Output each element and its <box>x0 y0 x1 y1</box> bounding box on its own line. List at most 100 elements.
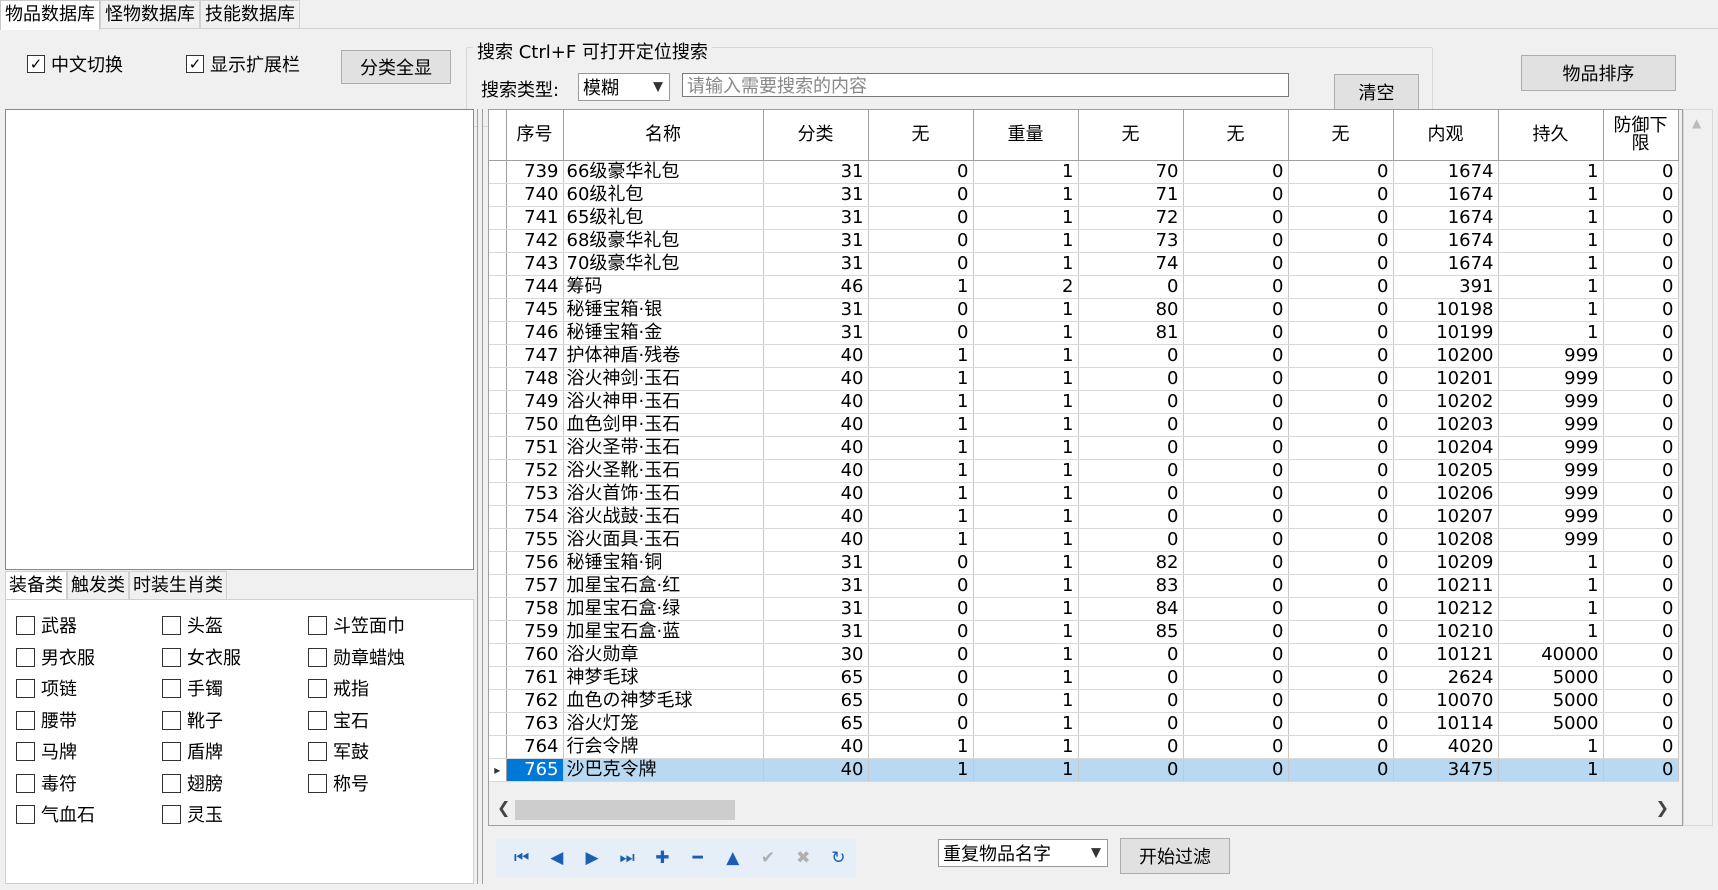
table-cell[interactable]: 1 <box>973 735 1079 759</box>
table-row[interactable]: 739 66级豪华礼包 31 0 1 70 0 0 1674 1 0 <box>489 160 1679 184</box>
table-cell[interactable]: 0 <box>1603 643 1679 667</box>
table-row[interactable]: 753 浴火首饰·玉石 40 1 1 0 0 0 10206 999 0 <box>489 482 1679 506</box>
table-cell[interactable]: 0 <box>1183 735 1289 759</box>
table-cell[interactable]: 0 <box>1288 620 1394 644</box>
table-cell[interactable]: 行会令牌 <box>563 735 764 759</box>
row-selector[interactable] <box>489 206 507 230</box>
table-cell[interactable]: 0 <box>1183 229 1289 253</box>
table-cell[interactable]: 0 <box>1183 482 1289 506</box>
category-checkbox[interactable]: 气血石 <box>16 801 95 827</box>
table-cell[interactable]: 0 <box>1183 436 1289 460</box>
table-cell[interactable]: 1 <box>973 482 1079 506</box>
table-cell[interactable]: 46 <box>763 275 869 299</box>
table-cell[interactable]: 加星宝石盒·绿 <box>563 597 764 621</box>
table-cell[interactable]: 0 <box>1288 689 1394 713</box>
table-cell[interactable]: 1 <box>868 758 974 782</box>
table-cell[interactable]: 1 <box>1498 229 1604 253</box>
table-cell[interactable]: 1 <box>973 459 1079 483</box>
table-cell[interactable]: 1 <box>973 321 1079 345</box>
table-cell[interactable]: 31 <box>763 229 869 253</box>
category-checkbox[interactable]: 头盔 <box>162 612 223 638</box>
table-cell[interactable]: 0 <box>1078 413 1184 437</box>
table-row[interactable]: 752 浴火圣靴·玉石 40 1 1 0 0 0 10205 999 0 <box>489 459 1679 483</box>
table-cell[interactable]: 浴火首饰·玉石 <box>563 482 764 506</box>
clear-search-button[interactable]: 清空 <box>1334 74 1419 110</box>
table-cell[interactable]: 0 <box>1603 505 1679 529</box>
column-header[interactable]: 名称 <box>563 110 764 161</box>
row-selector[interactable] <box>489 367 507 391</box>
table-cell[interactable]: 0 <box>1288 528 1394 552</box>
table-cell[interactable]: 1 <box>868 735 974 759</box>
row-selector[interactable] <box>489 459 507 483</box>
table-cell[interactable]: 1 <box>973 597 1079 621</box>
table-cell[interactable]: 0 <box>1603 436 1679 460</box>
table-cell[interactable]: 0 <box>1603 183 1679 207</box>
table-cell[interactable]: 0 <box>1288 574 1394 598</box>
table-cell[interactable]: 0 <box>1183 390 1289 414</box>
table-cell[interactable]: 750 <box>506 413 564 437</box>
table-row[interactable]: 740 60级礼包 31 0 1 71 0 0 1674 1 0 <box>489 183 1679 207</box>
table-cell[interactable]: 31 <box>763 160 869 184</box>
category-tree[interactable] <box>5 109 474 570</box>
table-cell[interactable]: 0 <box>1288 321 1394 345</box>
table-cell[interactable]: 744 <box>506 275 564 299</box>
table-cell[interactable]: 1 <box>1498 321 1604 345</box>
table-cell[interactable]: 0 <box>868 643 974 667</box>
table-cell[interactable]: 筹码 <box>563 275 764 299</box>
table-cell[interactable]: 0 <box>1183 689 1289 713</box>
table-cell[interactable]: 浴火战鼓·玉石 <box>563 505 764 529</box>
table-cell[interactable]: 0 <box>1078 459 1184 483</box>
row-selector[interactable] <box>489 482 507 506</box>
table-cell[interactable]: 血色の神梦毛球 <box>563 689 764 713</box>
table-row[interactable]: 746 秘锤宝箱·金 31 0 1 81 0 0 10199 1 0 <box>489 321 1679 345</box>
table-cell[interactable]: 0 <box>1288 160 1394 184</box>
table-cell[interactable]: 68级豪华礼包 <box>563 229 764 253</box>
table-cell[interactable]: 0 <box>1183 620 1289 644</box>
table-cell[interactable]: 0 <box>1603 712 1679 736</box>
table-cell[interactable]: 40000 <box>1498 643 1604 667</box>
table-row[interactable]: 749 浴火神甲·玉石 40 1 1 0 0 0 10202 999 0 <box>489 390 1679 414</box>
row-selector[interactable] <box>489 597 507 621</box>
table-cell[interactable]: 0 <box>1183 160 1289 184</box>
category-checkbox[interactable]: 戒指 <box>308 675 369 701</box>
table-cell[interactable]: 1674 <box>1393 206 1499 230</box>
table-cell[interactable]: 0 <box>868 689 974 713</box>
table-cell[interactable]: 1 <box>868 459 974 483</box>
table-cell[interactable]: 31 <box>763 551 869 575</box>
table-cell[interactable]: 31 <box>763 574 869 598</box>
table-cell[interactable]: 747 <box>506 344 564 368</box>
table-cell[interactable]: 999 <box>1498 436 1604 460</box>
prev-record-icon[interactable]: ◀ <box>539 843 574 873</box>
table-cell[interactable]: 0 <box>1078 390 1184 414</box>
table-cell[interactable]: 391 <box>1393 275 1499 299</box>
row-selector[interactable] <box>489 643 507 667</box>
table-cell[interactable]: 0 <box>1288 758 1394 782</box>
table-cell[interactable]: 5000 <box>1498 666 1604 690</box>
table-cell[interactable]: 护体神盾·残卷 <box>563 344 764 368</box>
table-row[interactable]: 744 筹码 46 1 2 0 0 0 391 1 0 <box>489 275 1679 299</box>
table-cell[interactable]: 1 <box>868 275 974 299</box>
table-cell[interactable]: 65 <box>763 666 869 690</box>
table-cell[interactable]: 1 <box>1498 758 1604 782</box>
category-checkbox[interactable]: 项链 <box>16 675 77 701</box>
tab-equipment[interactable]: 装备类 <box>5 571 67 599</box>
table-cell[interactable]: 0 <box>868 229 974 253</box>
table-row[interactable]: 760 浴火勋章 30 0 1 0 0 0 10121 40000 0 <box>489 643 1679 667</box>
table-cell[interactable]: 749 <box>506 390 564 414</box>
table-cell[interactable]: 31 <box>763 183 869 207</box>
table-cell[interactable]: 2 <box>973 275 1079 299</box>
table-cell[interactable]: 0 <box>1078 436 1184 460</box>
table-cell[interactable]: 752 <box>506 459 564 483</box>
table-cell[interactable]: 0 <box>1603 758 1679 782</box>
tab-monster-database[interactable]: 怪物数据库 <box>100 0 200 28</box>
table-cell[interactable]: 1 <box>1498 551 1604 575</box>
table-cell[interactable]: 0 <box>1183 321 1289 345</box>
table-cell[interactable]: 0 <box>1078 344 1184 368</box>
row-selector[interactable] <box>489 528 507 552</box>
table-cell[interactable]: 65 <box>763 689 869 713</box>
table-cell[interactable]: 1 <box>1498 206 1604 230</box>
table-cell[interactable]: 0 <box>1288 505 1394 529</box>
table-cell[interactable]: 85 <box>1078 620 1184 644</box>
table-cell[interactable]: 0 <box>1603 321 1679 345</box>
table-cell[interactable]: 10199 <box>1393 321 1499 345</box>
